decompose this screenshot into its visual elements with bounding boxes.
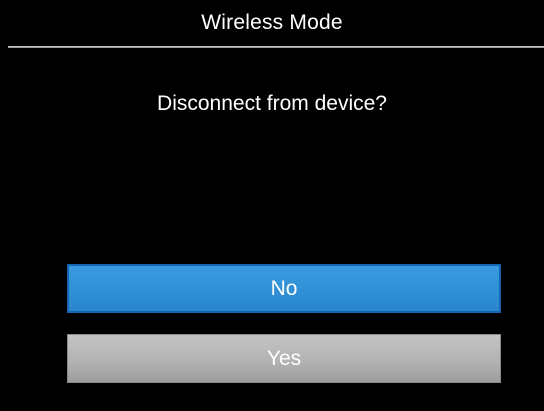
camera-screen: Wireless Mode Disconnect from device? No… xyxy=(0,0,544,411)
yes-button-label: Yes xyxy=(266,346,302,370)
no-button[interactable]: No xyxy=(67,264,501,313)
yes-button[interactable]: Yes xyxy=(67,334,501,383)
no-button-label: No xyxy=(270,276,298,300)
screen-title: Wireless Mode xyxy=(201,11,343,34)
disconnect-prompt: Disconnect from device? xyxy=(157,92,387,115)
title-divider xyxy=(8,46,544,48)
